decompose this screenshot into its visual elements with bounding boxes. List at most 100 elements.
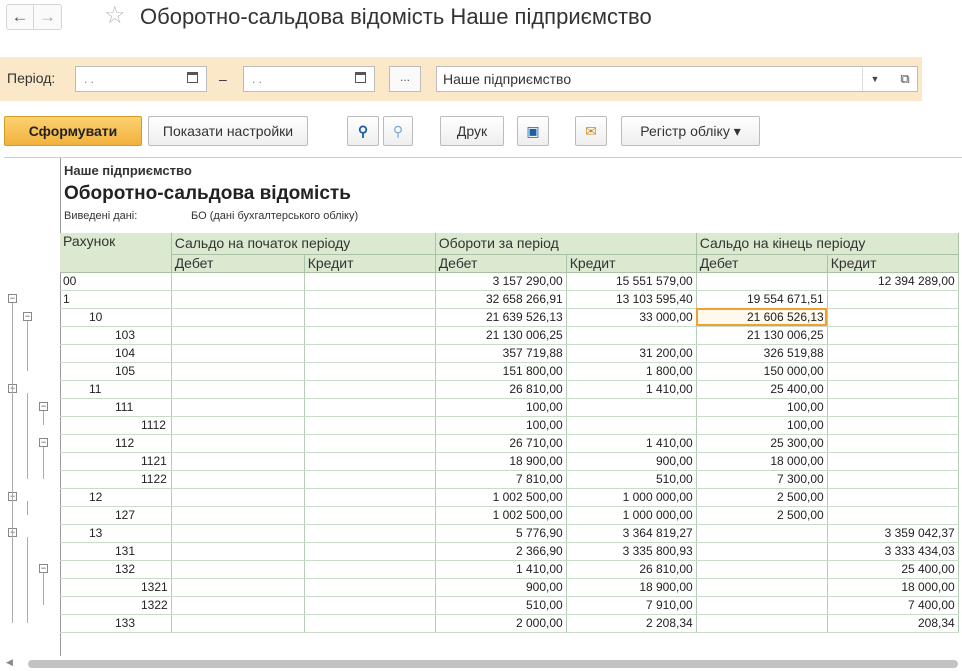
closing-credit-cell[interactable] bbox=[827, 416, 959, 435]
closing-credit-cell[interactable] bbox=[827, 452, 959, 471]
closing-credit-cell[interactable] bbox=[827, 308, 959, 327]
generate-button[interactable]: Сформувати bbox=[4, 116, 142, 146]
closing-credit-cell[interactable] bbox=[827, 434, 959, 453]
email-icon[interactable]: ✉ bbox=[575, 116, 607, 146]
account-cell[interactable]: 1112 bbox=[60, 416, 172, 435]
opening-debit-cell[interactable] bbox=[171, 326, 305, 345]
turnover-debit-cell[interactable]: 1 410,00 bbox=[435, 560, 567, 579]
search-icon[interactable]: ⚲ bbox=[347, 116, 379, 146]
closing-credit-cell[interactable]: 7 400,00 bbox=[827, 596, 959, 615]
chevron-down-icon[interactable]: ▼ bbox=[862, 67, 887, 91]
closing-credit-cell[interactable]: 25 400,00 bbox=[827, 560, 959, 579]
closing-debit-cell[interactable]: 2 500,00 bbox=[696, 488, 828, 507]
turnover-credit-cell[interactable] bbox=[566, 416, 697, 435]
turnover-credit-cell[interactable]: 1 800,00 bbox=[566, 362, 697, 381]
account-cell[interactable]: 12 bbox=[60, 488, 172, 507]
organization-select[interactable]: Наше підприємство ▼ ⧉ bbox=[436, 66, 918, 92]
closing-debit-cell[interactable] bbox=[696, 524, 828, 543]
account-cell[interactable]: 10 bbox=[60, 308, 172, 327]
table-row[interactable]: 133 2 000,00 2 208,34 208,34 bbox=[60, 614, 959, 633]
period-select-button[interactable]: ... bbox=[389, 66, 421, 92]
table-row[interactable]: 1121 18 900,00 900,00 18 000,00 bbox=[60, 452, 959, 471]
opening-credit-cell[interactable] bbox=[304, 614, 436, 633]
opening-credit-cell[interactable] bbox=[304, 362, 436, 381]
closing-debit-cell[interactable]: 25 400,00 bbox=[696, 380, 828, 399]
account-cell[interactable]: 104 bbox=[60, 344, 172, 363]
closing-debit-cell[interactable]: 326 519,88 bbox=[696, 344, 828, 363]
forward-arrow-icon[interactable]: → bbox=[34, 4, 62, 30]
closing-credit-cell[interactable]: 3 333 434,03 bbox=[827, 542, 959, 561]
report-area[interactable]: −−−−−−−− Наше підприємство Оборотно-саль… bbox=[4, 157, 962, 656]
turnover-credit-cell[interactable]: 900,00 bbox=[566, 452, 697, 471]
opening-debit-cell[interactable] bbox=[171, 596, 305, 615]
opening-debit-cell[interactable] bbox=[171, 614, 305, 633]
horizontal-scrollbar[interactable]: ◀ bbox=[0, 657, 962, 671]
opening-credit-cell[interactable] bbox=[304, 470, 436, 489]
print-button[interactable]: Друк bbox=[440, 116, 504, 146]
closing-debit-cell[interactable]: 21 606 526,13 bbox=[696, 308, 828, 327]
closing-debit-cell[interactable]: 7 300,00 bbox=[696, 470, 828, 489]
closing-credit-cell[interactable]: 208,34 bbox=[827, 614, 959, 633]
closing-debit-cell[interactable]: 19 554 671,51 bbox=[696, 290, 828, 309]
opening-credit-cell[interactable] bbox=[304, 308, 436, 327]
account-cell[interactable]: 1321 bbox=[60, 578, 172, 597]
opening-credit-cell[interactable] bbox=[304, 452, 436, 471]
account-cell[interactable]: 103 bbox=[60, 326, 172, 345]
turnover-debit-cell[interactable]: 1 002 500,00 bbox=[435, 488, 567, 507]
closing-debit-cell[interactable]: 150 000,00 bbox=[696, 362, 828, 381]
table-row[interactable]: 10 21 639 526,13 33 000,00 21 606 526,13 bbox=[60, 308, 959, 327]
account-cell[interactable]: 1122 bbox=[60, 470, 172, 489]
turnover-debit-cell[interactable]: 3 157 290,00 bbox=[435, 271, 567, 291]
turnover-debit-cell[interactable]: 900,00 bbox=[435, 578, 567, 597]
turnover-debit-cell[interactable]: 100,00 bbox=[435, 398, 567, 417]
opening-debit-cell[interactable] bbox=[171, 470, 305, 489]
date-to-field[interactable]: . . bbox=[243, 66, 375, 92]
account-cell[interactable]: 127 bbox=[60, 506, 172, 525]
opening-credit-cell[interactable] bbox=[304, 596, 436, 615]
closing-debit-cell[interactable] bbox=[696, 271, 828, 291]
opening-debit-cell[interactable] bbox=[171, 488, 305, 507]
opening-debit-cell[interactable] bbox=[171, 398, 305, 417]
account-cell[interactable]: 131 bbox=[60, 542, 172, 561]
table-row[interactable]: 132 1 410,00 26 810,00 25 400,00 bbox=[60, 560, 959, 579]
turnover-credit-cell[interactable]: 13 103 595,40 bbox=[566, 290, 697, 309]
opening-credit-cell[interactable] bbox=[304, 506, 436, 525]
turnover-debit-cell[interactable]: 21 639 526,13 bbox=[435, 308, 567, 327]
opening-credit-cell[interactable] bbox=[304, 542, 436, 561]
turnover-debit-cell[interactable]: 5 776,90 bbox=[435, 524, 567, 543]
turnover-credit-cell[interactable]: 15 551 579,00 bbox=[566, 271, 697, 291]
table-row[interactable]: 104 357 719,88 31 200,00 326 519,88 bbox=[60, 344, 959, 363]
turnover-credit-cell[interactable]: 510,00 bbox=[566, 470, 697, 489]
turnover-debit-cell[interactable]: 18 900,00 bbox=[435, 452, 567, 471]
back-arrow-icon[interactable]: ← bbox=[6, 4, 34, 30]
closing-credit-cell[interactable]: 12 394 289,00 bbox=[827, 271, 959, 291]
closing-debit-cell[interactable]: 100,00 bbox=[696, 416, 828, 435]
opening-credit-cell[interactable] bbox=[304, 578, 436, 597]
closing-debit-cell[interactable]: 18 000,00 bbox=[696, 452, 828, 471]
collapse-icon[interactable]: − bbox=[39, 438, 48, 447]
closing-credit-cell[interactable] bbox=[827, 488, 959, 507]
turnover-credit-cell[interactable]: 7 910,00 bbox=[566, 596, 697, 615]
opening-credit-cell[interactable] bbox=[304, 326, 436, 345]
account-cell[interactable]: 00 bbox=[60, 271, 172, 291]
opening-credit-cell[interactable] bbox=[304, 271, 436, 291]
account-cell[interactable]: 112 bbox=[60, 434, 172, 453]
turnover-credit-cell[interactable]: 33 000,00 bbox=[566, 308, 697, 327]
closing-credit-cell[interactable] bbox=[827, 398, 959, 417]
table-row[interactable]: 00 3 157 290,00 15 551 579,00 12 394 289,00 bbox=[60, 271, 959, 291]
closing-credit-cell[interactable] bbox=[827, 290, 959, 309]
scrollbar-thumb[interactable] bbox=[28, 660, 958, 668]
closing-credit-cell[interactable] bbox=[827, 362, 959, 381]
collapse-icon[interactable]: − bbox=[23, 312, 32, 321]
table-row[interactable]: 1322 510,00 7 910,00 7 400,00 bbox=[60, 596, 959, 615]
closing-credit-cell[interactable] bbox=[827, 470, 959, 489]
table-row[interactable]: 1 32 658 266,91 13 103 595,40 19 554 671,51 bbox=[60, 290, 959, 309]
scroll-left-icon[interactable]: ◀ bbox=[6, 657, 13, 668]
turnover-credit-cell[interactable] bbox=[566, 398, 697, 417]
turnover-credit-cell[interactable]: 1 000 000,00 bbox=[566, 488, 697, 507]
account-cell[interactable]: 13 bbox=[60, 524, 172, 543]
table-row[interactable]: 131 2 366,90 3 335 800,93 3 333 434,03 bbox=[60, 542, 959, 561]
date-from-field[interactable]: . . bbox=[75, 66, 207, 92]
turnover-credit-cell[interactable]: 1 000 000,00 bbox=[566, 506, 697, 525]
closing-debit-cell[interactable] bbox=[696, 542, 828, 561]
